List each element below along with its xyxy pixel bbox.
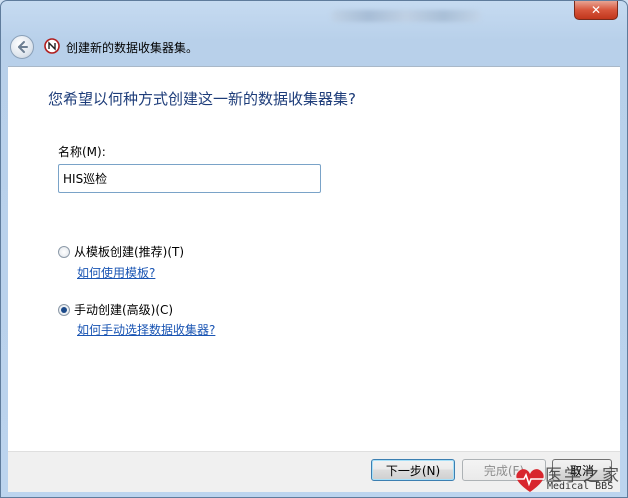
window-title-blurred: [331, 10, 481, 22]
close-button[interactable]: ✕: [574, 1, 618, 20]
heart-logo-icon: [516, 469, 544, 492]
watermark: 医学之家 Medical BBS: [513, 461, 627, 497]
page-heading: 您希望以何种方式创建这一新的数据收集器集?: [48, 90, 356, 108]
back-button[interactable]: [10, 35, 34, 59]
wizard-title: 创建新的数据收集器集。: [66, 41, 199, 55]
close-icon: ✕: [590, 3, 602, 17]
performance-monitor-icon: [44, 38, 60, 54]
template-help-link[interactable]: 如何使用模板?: [77, 264, 155, 281]
radio-manual-label: 手动创建(高级)(C): [74, 303, 174, 317]
radio-template-label: 从模板创建(推荐)(T): [74, 245, 185, 259]
radio-from-template[interactable]: 从模板创建(推荐)(T): [58, 243, 184, 260]
manual-help-link[interactable]: 如何手动选择数据收集器?: [77, 321, 215, 338]
name-input[interactable]: [58, 164, 321, 193]
wizard-window: ✕ 创建新的数据收集器集。 您希望以何种方式创建这一新的数据收集器集? 名称(M…: [0, 0, 628, 498]
wizard-content: 您希望以何种方式创建这一新的数据收集器集? 名称(M): 从模板创建(推荐)(T…: [8, 66, 620, 452]
radio-button-template[interactable]: [58, 245, 70, 258]
back-arrow-icon: [18, 41, 28, 53]
watermark-subtext: Medical BBS: [547, 481, 614, 492]
radio-manual[interactable]: 手动创建(高级)(C): [58, 301, 173, 318]
radio-button-manual[interactable]: [58, 303, 70, 316]
next-button[interactable]: 下一步(N): [371, 459, 455, 481]
name-label: 名称(M):: [58, 145, 106, 159]
